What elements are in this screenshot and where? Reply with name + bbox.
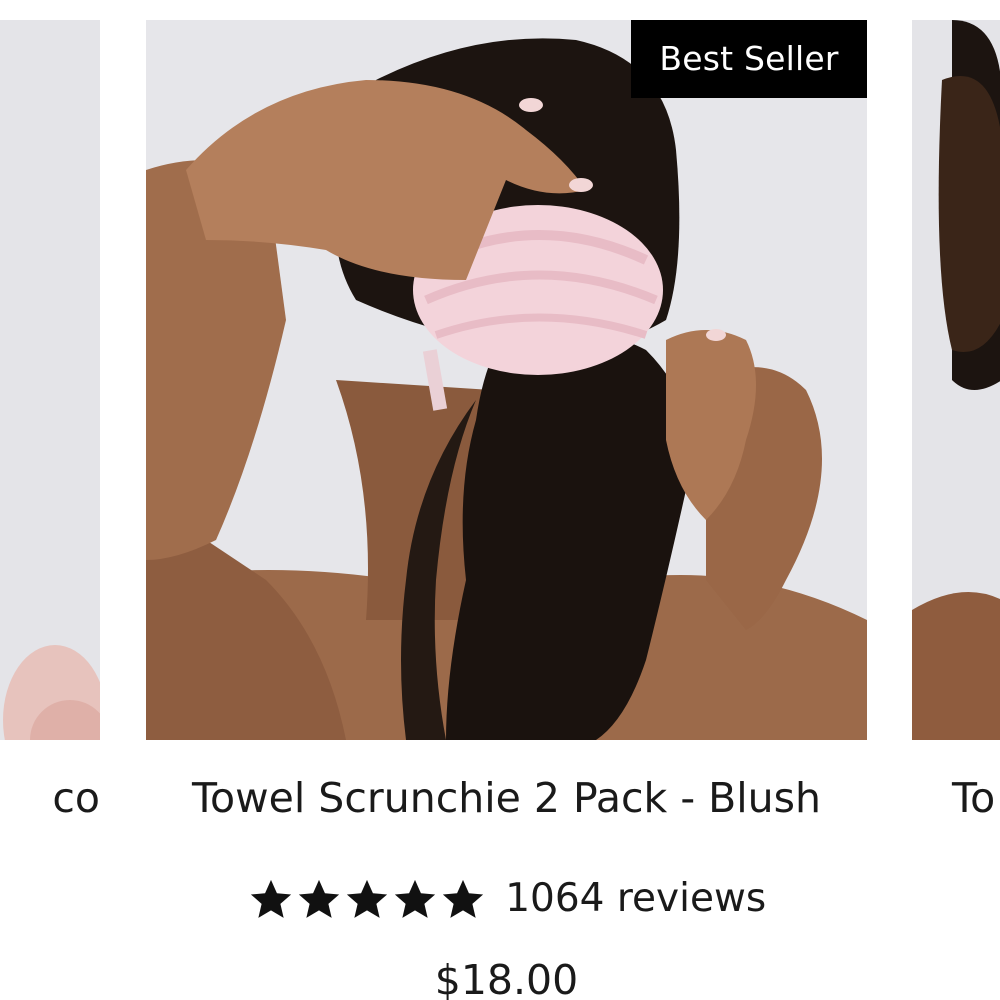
star-icon [295,877,343,923]
product-card-next[interactable]: To [912,20,1000,822]
product-image[interactable]: Best Seller [146,20,867,740]
star-icon [391,877,439,923]
product-title-previous[interactable]: co [0,772,100,824]
best-seller-badge: Best Seller [631,20,867,98]
product-photo [146,20,867,740]
star-icon [343,877,391,923]
product-price: $18.00 [434,956,579,1000]
product-card-previous[interactable]: co [0,20,100,822]
product-title-next[interactable]: To [952,772,995,824]
product-card[interactable]: Best Seller Towel Scrunchie 2 Pack - Blu… [146,20,867,1000]
star-rating [247,874,487,924]
product-photo-previous [0,20,100,740]
star-icon [247,877,295,923]
product-image-next[interactable] [912,20,1000,740]
product-carousel: co Best Seller Towel Scrunchie 2 Pack - … [0,0,1000,1000]
product-image-previous[interactable] [0,20,100,740]
product-photo-next [912,20,1000,740]
star-icon [439,877,487,923]
review-count[interactable]: 1064 reviews [505,876,766,921]
product-title[interactable]: Towel Scrunchie 2 Pack - Blush [146,772,867,824]
product-rating[interactable]: 1064 reviews [146,872,867,924]
